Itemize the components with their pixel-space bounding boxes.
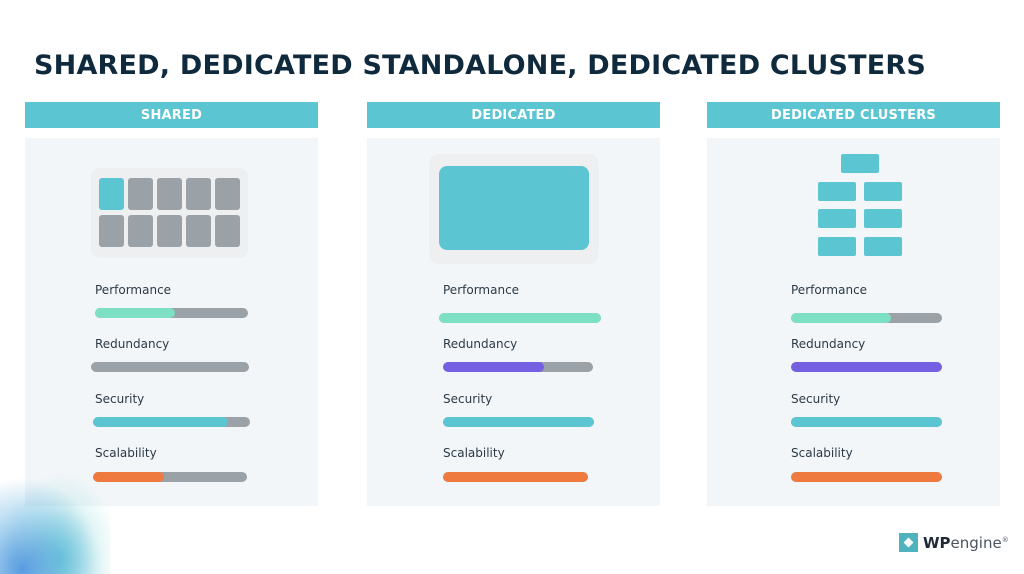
security-bar bbox=[443, 417, 594, 427]
metric-security: Security bbox=[443, 392, 492, 406]
scalability-bar bbox=[93, 472, 247, 482]
metric-label: Security bbox=[443, 392, 493, 406]
column-dedicated: DEDICATED Performance Redundancy Securit… bbox=[367, 102, 660, 506]
metric-performance: Performance bbox=[443, 283, 519, 297]
bar-fill bbox=[439, 313, 601, 323]
registered-mark: ® bbox=[1001, 535, 1009, 544]
shared-server-grid-icon bbox=[91, 168, 248, 258]
column-header: SHARED bbox=[25, 102, 318, 128]
bar-fill bbox=[95, 308, 175, 318]
metric-label: Performance bbox=[95, 283, 172, 297]
redundancy-bar bbox=[443, 362, 593, 372]
metric-label: Redundancy bbox=[95, 337, 170, 351]
metric-scalability: Scalability bbox=[791, 446, 853, 460]
metric-scalability: Scalability bbox=[95, 446, 157, 460]
logo-text: WPengine® bbox=[923, 534, 1009, 552]
server-slot bbox=[157, 178, 182, 210]
redundancy-bar bbox=[91, 362, 249, 372]
server-slot bbox=[215, 215, 240, 247]
server-slot bbox=[128, 178, 153, 210]
wp-engine-logo-icon bbox=[899, 533, 918, 552]
performance-bar bbox=[439, 313, 601, 323]
bar-fill bbox=[93, 417, 229, 427]
server-slot bbox=[128, 215, 153, 247]
server-slot bbox=[157, 215, 182, 247]
metric-redundancy: Redundancy bbox=[95, 337, 169, 351]
scalability-bar bbox=[791, 472, 942, 482]
dedicated-server-block bbox=[439, 166, 589, 250]
server-slot-active bbox=[99, 178, 124, 210]
dedicated-server-icon bbox=[429, 154, 599, 264]
metric-redundancy: Redundancy bbox=[443, 337, 517, 351]
decorative-paint-splash bbox=[0, 470, 110, 574]
column-body: Performance Redundancy Security Scalabil… bbox=[707, 138, 1000, 506]
metric-label: Scalability bbox=[791, 446, 853, 460]
column-dedicated-clusters: DEDICATED CLUSTERS Performance Redundanc… bbox=[707, 102, 1000, 506]
bar-fill bbox=[791, 362, 942, 372]
performance-bar bbox=[95, 308, 248, 318]
bar-fill bbox=[443, 362, 544, 372]
server-slot bbox=[215, 178, 240, 210]
performance-bar bbox=[791, 313, 942, 323]
cluster-node bbox=[818, 209, 856, 228]
bar-fill bbox=[791, 313, 891, 323]
redundancy-bar bbox=[791, 362, 942, 372]
metric-redundancy: Redundancy bbox=[791, 337, 865, 351]
cluster-node bbox=[841, 154, 879, 173]
metric-security: Security bbox=[791, 392, 840, 406]
page-title: SHARED, DEDICATED STANDALONE, DEDICATED … bbox=[34, 50, 927, 81]
server-slot bbox=[99, 215, 124, 247]
cluster-node bbox=[864, 209, 902, 228]
column-body: Performance Redundancy Security Scalabil… bbox=[25, 138, 318, 506]
metric-label: Scalability bbox=[95, 446, 157, 460]
cluster-node bbox=[864, 237, 902, 256]
bar-fill bbox=[791, 417, 942, 427]
metric-label: Redundancy bbox=[791, 337, 866, 351]
wp-engine-logo: WPengine® bbox=[899, 533, 1009, 552]
server-slot bbox=[186, 215, 211, 247]
logo-engine: engine bbox=[950, 533, 1002, 552]
metric-label: Scalability bbox=[443, 446, 505, 460]
cluster-node bbox=[864, 182, 902, 201]
metric-scalability: Scalability bbox=[443, 446, 505, 460]
column-shared: SHARED Performance Redundancy Security S… bbox=[25, 102, 318, 506]
scalability-bar bbox=[443, 472, 588, 482]
metric-performance: Performance bbox=[95, 283, 171, 297]
metric-label: Performance bbox=[443, 283, 520, 297]
cluster-node bbox=[818, 237, 856, 256]
metric-security: Security bbox=[95, 392, 144, 406]
metric-label: Redundancy bbox=[443, 337, 518, 351]
security-bar bbox=[93, 417, 250, 427]
logo-wp: WP bbox=[923, 533, 951, 552]
metric-performance: Performance bbox=[791, 283, 867, 297]
metric-label: Security bbox=[791, 392, 841, 406]
server-slot bbox=[186, 178, 211, 210]
metric-label: Performance bbox=[791, 283, 868, 297]
metric-label: Security bbox=[95, 392, 145, 406]
security-bar bbox=[791, 417, 942, 427]
column-body: Performance Redundancy Security Scalabil… bbox=[367, 138, 660, 506]
bar-fill bbox=[443, 417, 594, 427]
column-header: DEDICATED CLUSTERS bbox=[707, 102, 1000, 128]
column-header: DEDICATED bbox=[367, 102, 660, 128]
bar-fill bbox=[791, 472, 942, 482]
bar-fill bbox=[443, 472, 588, 482]
cluster-node bbox=[818, 182, 856, 201]
